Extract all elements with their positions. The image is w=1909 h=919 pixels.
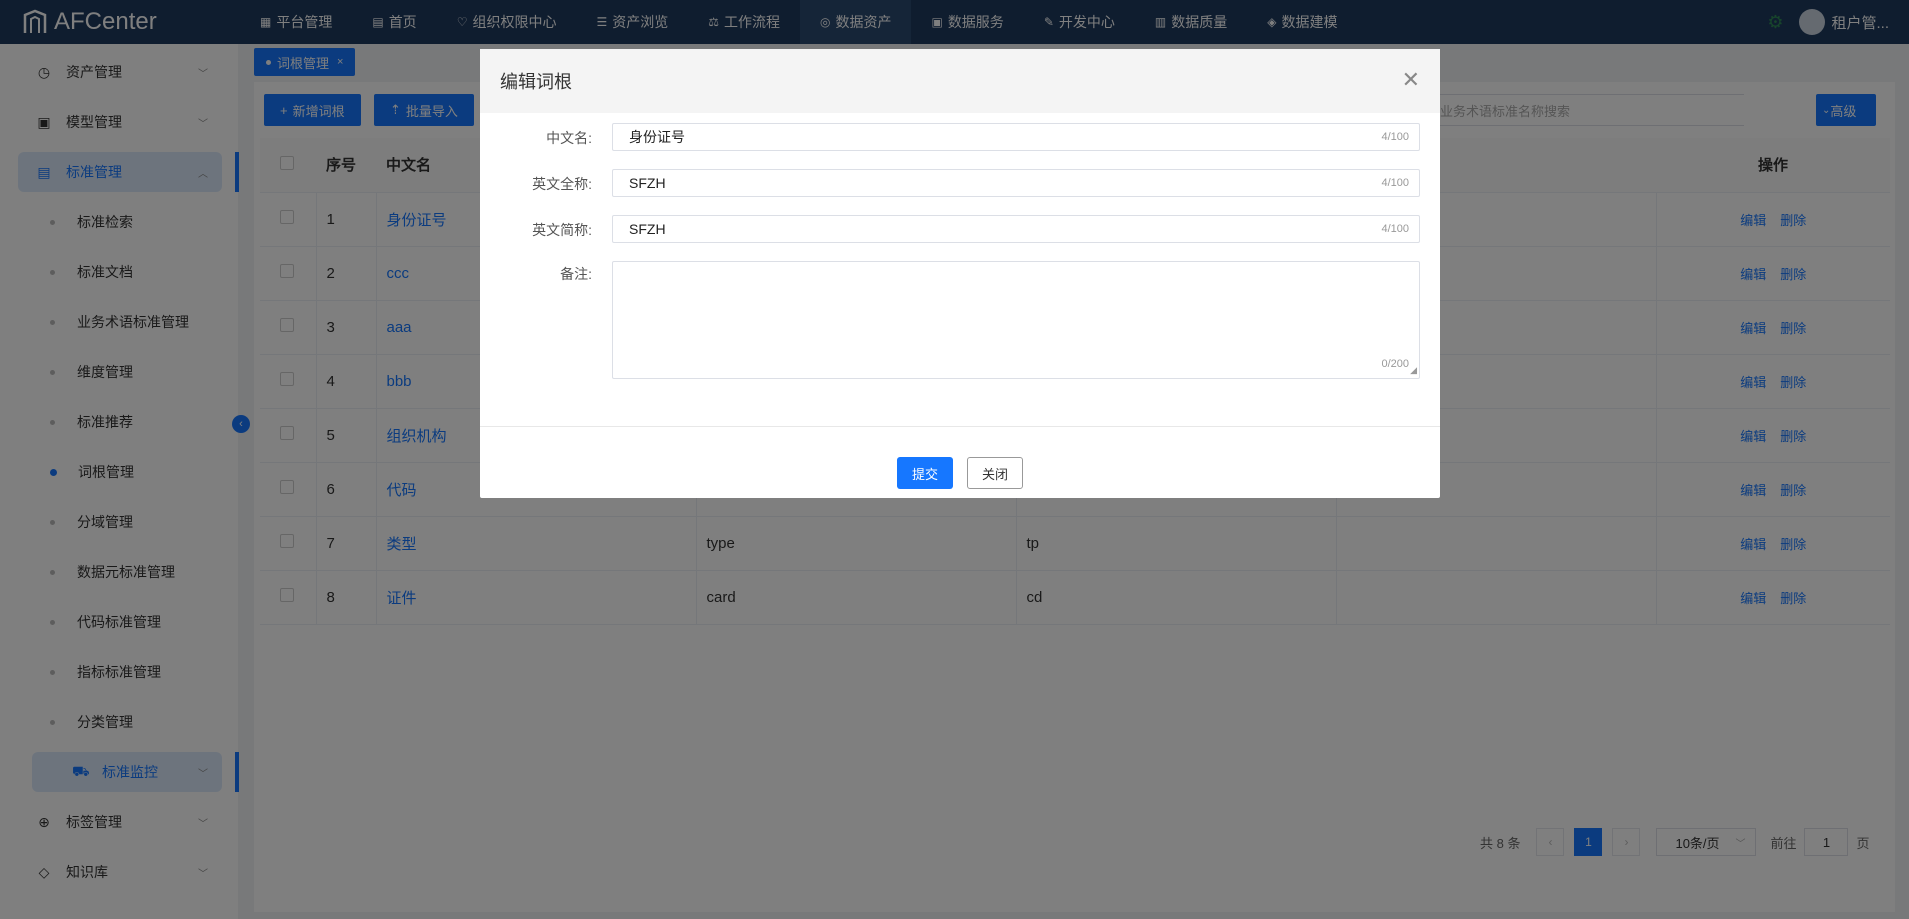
en-short-label: 英文简称:	[532, 222, 592, 238]
cn-name-label: 中文名:	[546, 130, 592, 146]
resize-handle-icon[interactable]: ◢	[1410, 365, 1417, 376]
dialog-divider	[480, 426, 1440, 427]
submit-button[interactable]: 提交	[897, 457, 953, 489]
en-full-label: 英文全称:	[532, 176, 592, 192]
cn-name-counter: 4/100	[1381, 131, 1409, 143]
close-icon[interactable]: ✕	[1402, 67, 1420, 93]
cn-name-field[interactable]: 身份证号 4/100	[612, 123, 1420, 151]
remark-textarea[interactable]: 0/200 ◢	[612, 261, 1420, 379]
en-short-field[interactable]: SFZH 4/100	[612, 215, 1420, 243]
en-full-value: SFZH	[629, 175, 666, 191]
dialog-header: 编辑词根 ✕	[480, 49, 1440, 113]
en-full-field[interactable]: SFZH 4/100	[612, 169, 1420, 197]
en-short-counter: 4/100	[1381, 223, 1409, 235]
cn-name-value: 身份证号	[629, 129, 685, 145]
remark-counter: 0/200	[1381, 358, 1409, 370]
remark-label: 备注:	[560, 266, 592, 282]
close-button[interactable]: 关闭	[967, 457, 1023, 489]
en-short-value: SFZH	[629, 221, 666, 237]
dialog-title: 编辑词根	[500, 72, 572, 92]
edit-root-dialog: 编辑词根 ✕ 中文名: 身份证号 4/100 英文全称: SFZH 4/100 …	[480, 49, 1440, 498]
en-full-counter: 4/100	[1381, 177, 1409, 189]
